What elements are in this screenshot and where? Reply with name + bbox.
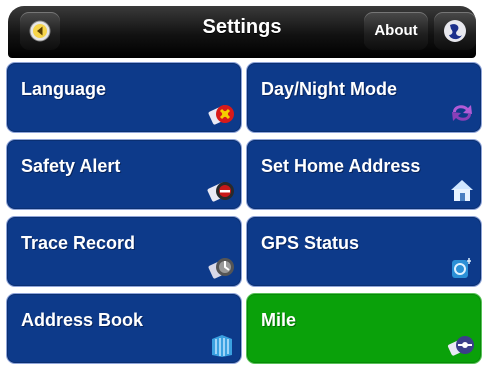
safety-alert-icon (207, 182, 234, 202)
distance-unit-icon (447, 336, 474, 356)
about-button[interactable]: About (364, 12, 428, 50)
home-icon (451, 180, 473, 201)
trace-record-icon (208, 258, 234, 279)
tile-label: Mile (261, 310, 297, 330)
address-book-icon (212, 335, 232, 357)
tile-label: Trace Record (21, 233, 136, 253)
tile-label: Address Book (21, 310, 144, 330)
address-book-tile[interactable]: Address Book (6, 293, 242, 364)
navigation-globe-button[interactable] (434, 12, 476, 50)
language-tile[interactable]: Language (6, 62, 242, 133)
day-night-mode-tile[interactable]: Day/Night Mode (246, 62, 482, 133)
gps-status-tile[interactable]: GPS Status (246, 216, 482, 287)
settings-screen: Settings About Language Day/Night Mode S… (0, 0, 484, 365)
tile-label: Language (21, 79, 107, 99)
globe-icon (444, 20, 466, 42)
tile-label: Safety Alert (21, 156, 121, 176)
gps-status-icon (452, 258, 471, 278)
tile-label: Set Home Address (261, 156, 421, 176)
tile-label: GPS Status (261, 233, 360, 253)
distance-unit-mile-tile[interactable]: Mile (246, 293, 482, 364)
safety-alert-tile[interactable]: Safety Alert (6, 139, 242, 210)
tile-label: Day/Night Mode (261, 79, 398, 99)
day-night-arrows-icon (452, 105, 472, 121)
language-flag-icon (208, 105, 234, 125)
title-bar: Settings About (8, 6, 476, 58)
set-home-address-tile[interactable]: Set Home Address (246, 139, 482, 210)
trace-record-tile[interactable]: Trace Record (6, 216, 242, 287)
